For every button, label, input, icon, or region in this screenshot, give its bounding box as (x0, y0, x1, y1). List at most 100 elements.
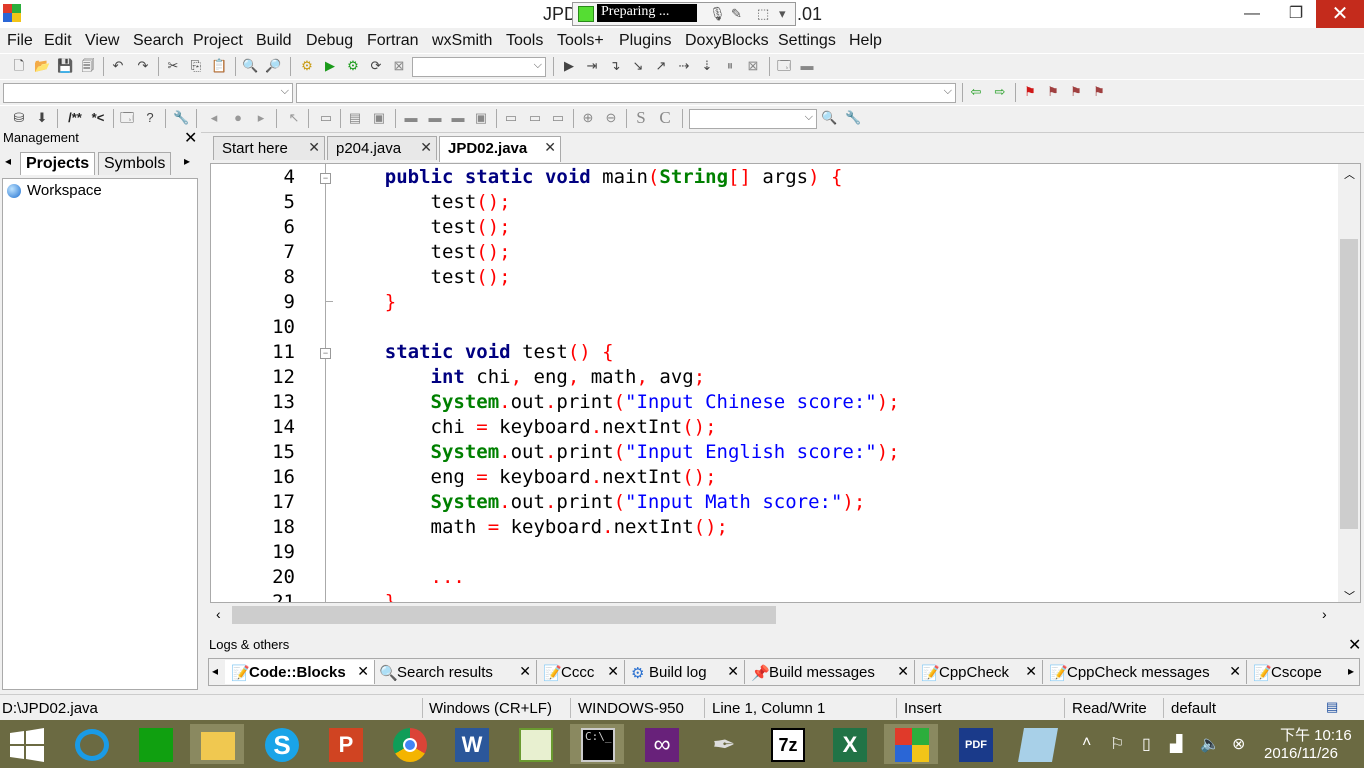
scroll-left-icon[interactable]: ‹ (216, 606, 221, 622)
zoom-out-icon[interactable]: ⊖ (603, 110, 619, 126)
debug-start-icon[interactable]: ▶ (561, 58, 577, 74)
zoom-in-icon[interactable]: ⊕ (580, 110, 596, 126)
build-target-select[interactable]: ⌵ (412, 57, 546, 77)
extract-docs-icon[interactable]: ⬇ (34, 110, 50, 126)
menu-tools[interactable]: Tools (506, 32, 543, 50)
skype-icon[interactable]: S (254, 724, 308, 764)
code-line[interactable]: test(); (339, 241, 511, 263)
network-signal-icon[interactable]: ▟ (1170, 734, 1182, 754)
toc-right-icon[interactable]: ▸ (253, 110, 269, 126)
menu-settings[interactable]: Settings (778, 32, 836, 50)
internet-explorer-icon[interactable] (64, 724, 118, 764)
widget-icon-6[interactable]: ▬ (450, 110, 466, 126)
code-editor[interactable]: − − 4 5 6 7 8 9 10 11 12 13 14 15 16 17 … (210, 163, 1361, 603)
codeblocks-taskbar-icon[interactable] (884, 724, 938, 764)
minimize-button[interactable]: — (1230, 0, 1274, 28)
widget-icon-3[interactable]: ▣ (371, 110, 387, 126)
pen-icon[interactable]: ✎ (731, 6, 742, 22)
code-line[interactable]: int chi, eng, math, avg; (339, 366, 706, 388)
save-all-icon[interactable]: 🗐 (80, 58, 96, 74)
close-icon[interactable]: ✕ (1348, 635, 1361, 655)
build-and-run-icon[interactable]: ⚙ (345, 58, 361, 74)
screen-select-icon[interactable]: ⬚ (757, 6, 769, 22)
code-line[interactable]: chi = keyboard.nextInt(); (339, 416, 717, 438)
code-line[interactable]: test(); (339, 216, 511, 238)
comment-line-button[interactable]: *< (88, 110, 108, 126)
menu-plugins[interactable]: Plugins (619, 32, 671, 50)
windows-start-icon[interactable] (8, 728, 46, 762)
tab-cppcheck-messages[interactable]: 📝 CppCheck messages ✕ (1043, 660, 1247, 684)
vertical-scrollbar[interactable]: ︿ ﹀ (1338, 164, 1360, 602)
doxy-preferences-icon[interactable]: 🔧 (173, 110, 189, 126)
debug-windows-icon[interactable]: 🗔 (776, 58, 792, 74)
powerpoint-icon[interactable]: P (318, 724, 372, 764)
tab-build-messages[interactable]: 📌 Build messages ✕ (745, 660, 915, 684)
show-hidden-icons-icon[interactable]: ˄ (1082, 734, 1091, 752)
tab-scroll-right-icon[interactable]: ▸ (1348, 664, 1354, 678)
widget-icon-4[interactable]: ▬ (403, 110, 419, 126)
code-line[interactable]: ... (339, 566, 465, 588)
code-line[interactable]: math = keyboard.nextInt(); (339, 516, 728, 538)
widget-icon-2[interactable]: ▤ (347, 110, 363, 126)
cmd-icon[interactable]: C:\_ (570, 724, 624, 764)
run-icon[interactable]: ▶ (322, 58, 338, 74)
various-info-icon[interactable]: ▬ (799, 58, 815, 74)
redo-icon[interactable]: ↷ (135, 58, 151, 74)
clear-bookmarks-icon[interactable]: ⚑ (1091, 84, 1107, 100)
menu-tools-plus[interactable]: Tools+ (557, 32, 604, 50)
widget-icon-8[interactable]: ▭ (503, 110, 519, 126)
previous-bookmark-icon[interactable]: ⚑ (1045, 84, 1061, 100)
action-center-flag-icon[interactable]: ⚐ (1110, 734, 1124, 754)
ime-toolbar[interactable]: Preparing ... 🎙 ✎ ⬚ ▾ (572, 2, 796, 26)
maximize-button[interactable]: ❐ (1274, 0, 1318, 28)
code-line[interactable]: test(); (339, 266, 511, 288)
close-icon[interactable]: ✕ (357, 663, 369, 680)
scroll-down-icon[interactable]: ﹀ (1344, 588, 1355, 602)
comment-block-button[interactable]: /** (63, 110, 87, 126)
notepad-plus-icon[interactable] (508, 724, 562, 764)
search-go-icon[interactable]: 🔍 (821, 110, 837, 126)
toggle-bookmark-icon[interactable]: ⚑ (1022, 84, 1038, 100)
search-combo[interactable]: ⌵ (689, 109, 817, 129)
code-line[interactable]: } (339, 591, 396, 602)
tab-projects[interactable]: Projects (20, 152, 96, 175)
code-line[interactable]: System.out.print("Input Math score:"); (339, 491, 866, 513)
tab-codeblocks-log[interactable]: 📝 Code::Blocks ✕ (225, 660, 375, 684)
toc-left-icon[interactable]: ◂ (206, 110, 222, 126)
code-line[interactable]: System.out.print("Input English score:")… (339, 441, 900, 463)
code-line[interactable]: } (339, 291, 396, 313)
vertical-scroll-thumb[interactable] (1340, 239, 1358, 529)
horizontal-scrollbar[interactable]: ‹ › (210, 604, 1338, 626)
close-icon[interactable]: ✕ (184, 128, 197, 148)
code-line[interactable]: test(); (339, 191, 511, 213)
function-select[interactable]: ⌵ (296, 83, 956, 103)
open-html-icon[interactable]: 🗔 (119, 110, 135, 126)
menu-search[interactable]: Search (133, 32, 184, 50)
fold-toggle-icon[interactable]: − (320, 173, 331, 184)
volume-icon[interactable]: 🔈 (1200, 734, 1220, 754)
taskbar-time[interactable]: 下午 10:16 (1280, 724, 1352, 745)
open-folder-icon[interactable]: 📂 (34, 58, 50, 74)
tab-scroll-right-icon[interactable]: ▸ (184, 154, 190, 168)
tab-cppcheck[interactable]: 📝 CppCheck ✕ (915, 660, 1043, 684)
find-icon[interactable]: 🔍 (242, 58, 258, 74)
rebuild-icon[interactable]: ⟳ (368, 58, 384, 74)
word-icon[interactable]: W (444, 724, 498, 764)
7zip-icon[interactable]: 7z (760, 724, 814, 764)
step-out-icon[interactable]: ↗ (653, 58, 669, 74)
open-chm-icon[interactable]: ? (142, 110, 158, 126)
new-file-icon[interactable]: 🗋 (11, 58, 27, 74)
scroll-right-icon[interactable]: › (1322, 606, 1327, 622)
tab-cscope[interactable]: 📝 Cscope (1247, 660, 1345, 684)
menu-fortran[interactable]: Fortran (367, 32, 419, 50)
next-instruction-icon[interactable]: ⇢ (676, 58, 692, 74)
ime-mode-icon[interactable]: ⊗ (1232, 734, 1245, 754)
menu-build[interactable]: Build (256, 32, 292, 50)
next-bookmark-icon[interactable]: ⚑ (1068, 84, 1084, 100)
close-icon[interactable]: ✕ (1025, 663, 1037, 680)
tab-cccc[interactable]: 📝 Cccc ✕ (537, 660, 625, 684)
tab-scroll-left-icon[interactable]: ◂ (212, 664, 218, 678)
excel-icon[interactable]: X (822, 724, 876, 764)
tab-start-here[interactable]: Start here ✕ (213, 136, 325, 160)
menu-help[interactable]: Help (849, 32, 882, 50)
